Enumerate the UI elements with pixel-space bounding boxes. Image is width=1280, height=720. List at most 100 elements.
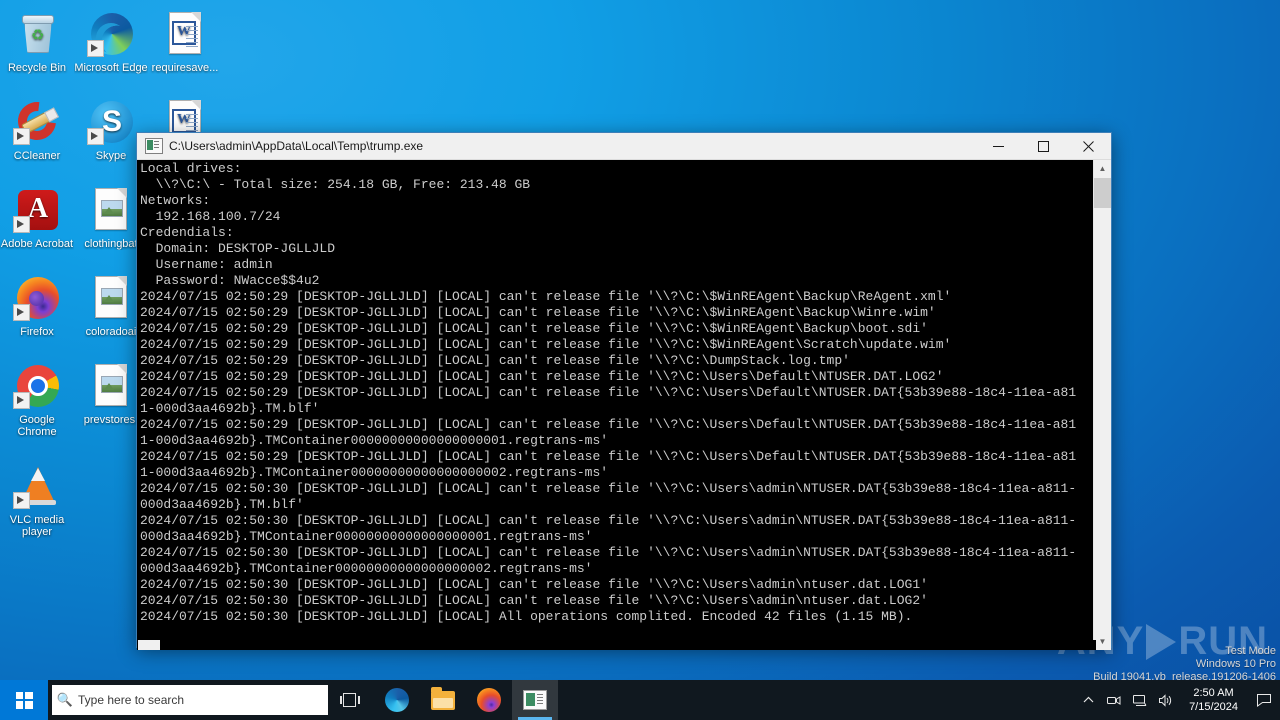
ccleaner-icon <box>10 94 64 148</box>
skype-icon: S <box>87 98 135 146</box>
console-line: 1-000d3aa4692b}.TM.blf' <box>140 401 320 416</box>
console-line: 2024/07/15 02:50:30 [DESKTOP-JGLLJLD] [L… <box>140 513 1077 528</box>
desktop-icon-label: requiresave... <box>151 62 219 74</box>
console-line: Credendials: <box>140 225 234 240</box>
vertical-scrollbar[interactable]: ▲ ▼ <box>1093 160 1111 650</box>
shortcut-arrow-icon <box>13 304 30 321</box>
start-button[interactable] <box>0 680 48 720</box>
close-button[interactable] <box>1066 133 1111 159</box>
volume-icon[interactable] <box>1153 680 1179 720</box>
window-titlebar[interactable]: C:\Users\admin\AppData\Local\Temp\trump.… <box>137 133 1111 160</box>
taskbar-item-trump-exe[interactable] <box>512 680 558 720</box>
desktop-icon-label: Firefox <box>20 326 54 338</box>
test-mode-watermark: Test Mode Windows 10 Pro Build 19041.vb_… <box>1093 645 1276 684</box>
desktop-icon-label: Recycle Bin <box>7 62 67 74</box>
desktop-icon-label: VLC media player <box>9 514 65 538</box>
horizontal-scrollbar[interactable] <box>137 640 1096 650</box>
play-triangle-icon <box>1146 623 1177 660</box>
task-view-button[interactable] <box>328 680 374 720</box>
image-document-icon <box>87 362 135 410</box>
console-window[interactable]: C:\Users\admin\AppData\Local\Temp\trump.… <box>136 132 1112 650</box>
console-line: 1-000d3aa4692b}.TMContainer0000000000000… <box>140 465 609 480</box>
console-line: 2024/07/15 02:50:29 [DESKTOP-JGLLJLD] [L… <box>140 449 1077 464</box>
console-line: Password: NWacce$$4u2 <box>140 273 320 288</box>
desktop[interactable]: ♻ Recycle Bin Microsoft Edge W requiresa… <box>0 0 1280 720</box>
console-line: 2024/07/15 02:50:30 [DESKTOP-JGLLJLD] [L… <box>140 481 1077 496</box>
microsoft-edge-icon <box>87 10 135 58</box>
image-document-icon <box>87 186 135 234</box>
console-line: 2024/07/15 02:50:29 [DESKTOP-JGLLJLD] [L… <box>140 353 850 368</box>
adobe-acrobat-icon: A <box>13 186 61 234</box>
console-line: 000d3aa4692b}.TMContainer000000000000000… <box>140 529 593 544</box>
desktop-icon-row: ♻ Recycle Bin Microsoft Edge W requiresa… <box>0 4 230 92</box>
desktop-icon-label: Microsoft Edge <box>74 62 148 74</box>
minimize-button[interactable] <box>976 133 1021 159</box>
windows-edition-line: Windows 10 Pro <box>1195 658 1276 670</box>
shortcut-arrow-icon <box>13 216 30 233</box>
system-tray: 2:50 AM 7/15/2024 <box>1075 680 1280 720</box>
network-icon[interactable] <box>1127 680 1153 720</box>
console-output-area[interactable]: Local drives: \\?\C:\ - Total size: 254.… <box>137 160 1111 650</box>
anyrun-logo-run: RUN <box>1178 619 1268 663</box>
desktop-icon-vlc-media-player[interactable]: VLC media player <box>0 456 74 538</box>
clock-date: 7/15/2024 <box>1189 701 1238 713</box>
search-input[interactable]: 🔍 Type here to search <box>52 685 328 715</box>
window-title: C:\Users\admin\AppData\Local\Temp\trump.… <box>169 139 424 153</box>
show-hidden-icons-button[interactable] <box>1075 680 1101 720</box>
search-placeholder: Type here to search <box>78 693 185 707</box>
microsoft-edge-icon <box>385 688 409 712</box>
maximize-button[interactable] <box>1021 133 1066 159</box>
shortcut-arrow-icon <box>13 392 30 409</box>
taskbar-item-firefox[interactable] <box>466 680 512 720</box>
console-line: 2024/07/15 02:50:29 [DESKTOP-JGLLJLD] [L… <box>140 289 952 304</box>
windows-logo-icon <box>15 691 33 709</box>
console-line: Local drives: <box>140 161 242 176</box>
taskbar-item-edge[interactable] <box>374 680 420 720</box>
console-line: \\?\C:\ - Total size: 254.18 GB, Free: 2… <box>140 177 531 192</box>
console-app-icon <box>523 690 547 710</box>
task-view-icon <box>340 691 362 709</box>
console-line: Username: admin <box>140 257 273 272</box>
desktop-icon-google-chrome[interactable]: Google Chrome <box>0 356 74 438</box>
console-line: 2024/07/15 02:50:29 [DESKTOP-JGLLJLD] [L… <box>140 369 944 384</box>
console-line: 2024/07/15 02:50:29 [DESKTOP-JGLLJLD] [L… <box>140 305 936 320</box>
file-explorer-icon <box>431 686 455 710</box>
console-line: 2024/07/15 02:50:29 [DESKTOP-JGLLJLD] [L… <box>140 385 1077 400</box>
search-icon: 🔍 <box>56 692 74 707</box>
desktop-icon-firefox[interactable]: Firefox <box>0 268 74 338</box>
firefox-icon <box>13 274 61 322</box>
console-line: 2024/07/15 02:50:30 [DESKTOP-JGLLJLD] [L… <box>140 545 1077 560</box>
firefox-icon <box>477 688 501 712</box>
clock[interactable]: 2:50 AM 7/15/2024 <box>1179 686 1248 714</box>
console-line: Networks: <box>140 193 211 208</box>
console-text: Local drives: \\?\C:\ - Total size: 254.… <box>140 161 1089 625</box>
shortcut-arrow-icon <box>13 492 30 509</box>
desktop-icon-adobe-acrobat[interactable]: A Adobe Acrobat <box>0 180 74 250</box>
desktop-icon-requiresave[interactable]: W requiresave... <box>148 4 222 74</box>
vertical-scrollbar-thumb[interactable] <box>1094 178 1111 208</box>
console-line: 2024/07/15 02:50:30 [DESKTOP-JGLLJLD] [L… <box>140 609 913 624</box>
scroll-up-icon[interactable]: ▲ <box>1094 160 1111 177</box>
console-line: 2024/07/15 02:50:29 [DESKTOP-JGLLJLD] [L… <box>140 321 928 336</box>
taskbar-item-file-explorer[interactable] <box>420 680 466 720</box>
console-line: 000d3aa4692b}.TMContainer000000000000000… <box>140 561 593 576</box>
desktop-icon-ccleaner[interactable]: CCleaner <box>0 92 74 162</box>
desktop-icon-microsoft-edge[interactable]: Microsoft Edge <box>74 4 148 74</box>
google-chrome-icon <box>13 362 61 410</box>
action-center-button[interactable] <box>1248 680 1280 720</box>
word-document-icon: W <box>161 10 209 58</box>
recycle-bin-icon: ♻ <box>13 10 61 58</box>
scroll-down-icon[interactable]: ▼ <box>1094 633 1111 650</box>
desktop-icon-recycle-bin[interactable]: ♻ Recycle Bin <box>0 4 74 74</box>
taskbar[interactable]: 🔍 Type here to search 2:50 AM 7/15/2024 <box>0 680 1280 720</box>
desktop-icon-label: CCleaner <box>13 150 61 162</box>
clock-time: 2:50 AM <box>1193 687 1234 699</box>
vlc-media-player-icon <box>13 462 61 510</box>
webcam-icon[interactable] <box>1101 680 1127 720</box>
desktop-icon-label: Adobe Acrobat <box>0 238 74 250</box>
horizontal-scrollbar-thumb[interactable] <box>138 640 160 650</box>
console-line: 192.168.100.7/24 <box>140 209 281 224</box>
shortcut-arrow-icon <box>87 128 104 145</box>
console-line: 2024/07/15 02:50:30 [DESKTOP-JGLLJLD] [L… <box>140 593 928 608</box>
console-line: 1-000d3aa4692b}.TMContainer0000000000000… <box>140 433 609 448</box>
